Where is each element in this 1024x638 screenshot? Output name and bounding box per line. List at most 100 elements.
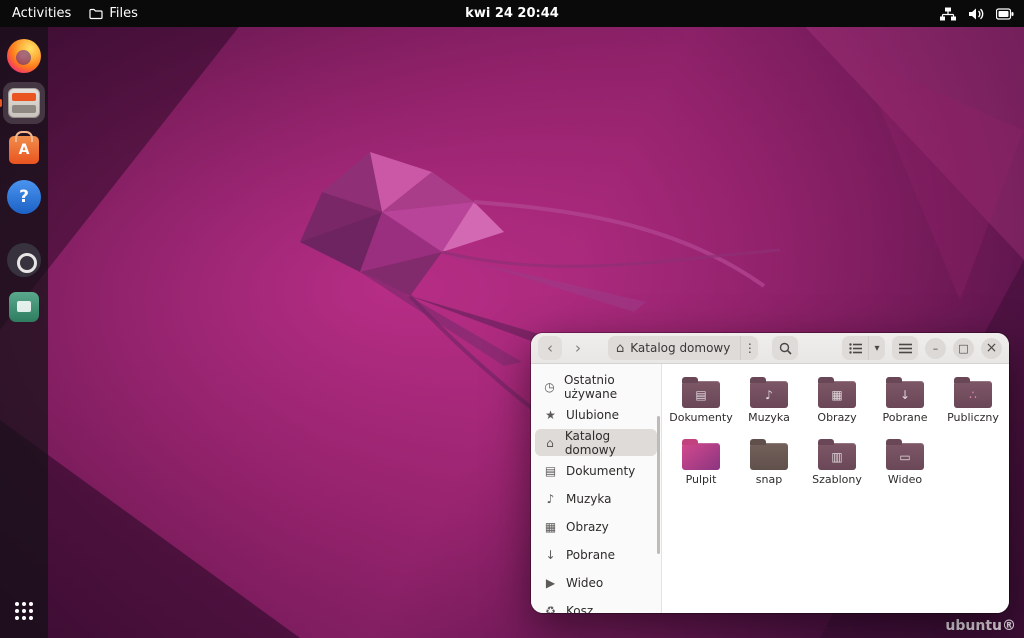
image-emblem-icon: ▦ bbox=[818, 381, 856, 408]
folder-label: Pulpit bbox=[686, 474, 717, 486]
document-icon: ▤ bbox=[543, 464, 558, 478]
software-letter: A bbox=[19, 142, 30, 158]
folder-desktop[interactable]: Pulpit bbox=[667, 438, 735, 498]
folder-icon bbox=[89, 8, 103, 20]
folder-templates[interactable]: ▥ Szablony bbox=[803, 438, 871, 498]
sidebar-item-label: Muzyka bbox=[566, 492, 611, 506]
folder-icon bbox=[682, 443, 720, 470]
folder-icon bbox=[750, 443, 788, 470]
trash-icon: ♻ bbox=[543, 604, 558, 614]
document-emblem-icon: ▤ bbox=[682, 381, 720, 408]
ubuntu-watermark: ubuntu® bbox=[945, 618, 1016, 634]
hamburger-icon bbox=[899, 343, 912, 354]
forward-button[interactable]: › bbox=[566, 336, 590, 360]
sidebar-item-downloads[interactable]: ↓ Pobrane bbox=[535, 541, 657, 568]
folder-icon: ▦ bbox=[818, 381, 856, 408]
view-options-dropdown[interactable]: ▾ bbox=[868, 336, 885, 360]
main-menu-button[interactable] bbox=[892, 336, 918, 360]
folder-pictures[interactable]: ▦ Obrazy bbox=[803, 376, 871, 436]
green-app-icon bbox=[9, 292, 39, 322]
sidebar-item-label: Kosz bbox=[566, 604, 593, 614]
clock[interactable]: kwi 24 20:44 bbox=[465, 6, 559, 21]
network-icon bbox=[940, 7, 956, 21]
folder-documents[interactable]: ▤ Dokumenty bbox=[667, 376, 735, 436]
folder-label: Dokumenty bbox=[669, 412, 732, 424]
dock-item-settings[interactable] bbox=[3, 239, 45, 281]
sidebar-item-label: Ostatnio używane bbox=[564, 373, 657, 401]
battery-icon bbox=[996, 8, 1014, 20]
home-icon: ⌂ bbox=[543, 436, 557, 450]
image-icon: ▦ bbox=[543, 520, 558, 534]
video-icon: ▶ bbox=[543, 576, 558, 590]
sidebar-item-starred[interactable]: ★ Ulubione bbox=[535, 401, 657, 428]
folder-icon: ↓ bbox=[886, 381, 924, 408]
current-location-button[interactable]: ⌂ Katalog domowy bbox=[608, 336, 740, 360]
back-button[interactable]: ‹ bbox=[538, 336, 562, 360]
dock-item-files[interactable] bbox=[3, 82, 45, 124]
download-emblem-icon: ↓ bbox=[886, 381, 924, 408]
folder-snap[interactable]: snap bbox=[735, 438, 803, 498]
sidebar-item-recent[interactable]: ◷ Ostatnio używane bbox=[535, 373, 657, 400]
download-icon: ↓ bbox=[543, 548, 558, 562]
sidebar-item-label: Pobrane bbox=[566, 548, 615, 562]
dock-item-green-app[interactable] bbox=[3, 286, 45, 328]
sidebar-item-label: Katalog domowy bbox=[565, 429, 657, 457]
window-headerbar[interactable]: ‹ › ⌂ Katalog domowy ⋮ bbox=[531, 333, 1009, 364]
star-icon: ★ bbox=[543, 408, 558, 422]
app-grid-icon bbox=[22, 609, 26, 613]
dock-item-firefox[interactable] bbox=[3, 35, 45, 77]
sidebar-item-music[interactable]: ♪ Muzyka bbox=[535, 485, 657, 512]
folder-label: Publiczny bbox=[947, 412, 999, 424]
music-icon: ♪ bbox=[543, 492, 558, 506]
folder-videos[interactable]: ▭ Wideo bbox=[871, 438, 939, 498]
path-bar: ⌂ Katalog domowy ⋮ bbox=[608, 336, 758, 360]
sidebar-item-home[interactable]: ⌂ Katalog domowy bbox=[535, 429, 657, 456]
sidebar-item-pictures[interactable]: ▦ Obrazy bbox=[535, 513, 657, 540]
view-options-split-button: ▾ bbox=[842, 336, 885, 360]
focused-app-label: Files bbox=[109, 6, 138, 21]
folder-public[interactable]: ∴ Publiczny bbox=[939, 376, 1007, 436]
sidebar-item-label: Obrazy bbox=[566, 520, 609, 534]
minimize-button[interactable]: – bbox=[925, 338, 946, 359]
firefox-icon bbox=[7, 39, 41, 73]
folder-music[interactable]: ♪ Muzyka bbox=[735, 376, 803, 436]
sidebar-scrollbar[interactable] bbox=[657, 416, 660, 554]
sidebar-item-videos[interactable]: ▶ Wideo bbox=[535, 569, 657, 596]
folder-label: snap bbox=[756, 474, 782, 486]
desktop: ubuntu® Activities Files kwi 24 20:44 bbox=[0, 0, 1024, 638]
current-location-label: Katalog domowy bbox=[630, 341, 730, 355]
sidebar-item-trash[interactable]: ♻ Kosz bbox=[535, 597, 657, 613]
folder-label: Pobrane bbox=[883, 412, 928, 424]
dock-item-ubuntu-software[interactable]: A bbox=[3, 129, 45, 171]
folder-label: Muzyka bbox=[748, 412, 790, 424]
focused-app-menu[interactable]: Files bbox=[89, 6, 138, 21]
help-icon: ? bbox=[7, 180, 41, 214]
system-tray[interactable] bbox=[940, 7, 1014, 21]
folder-icon: ▥ bbox=[818, 443, 856, 470]
activities-button[interactable]: Activities bbox=[12, 6, 71, 21]
top-bar: Activities Files kwi 24 20:44 bbox=[0, 0, 1024, 27]
templates-emblem-icon: ▥ bbox=[818, 443, 856, 470]
folder-label: Wideo bbox=[888, 474, 922, 486]
close-button[interactable]: × bbox=[981, 338, 1002, 359]
search-button[interactable] bbox=[772, 336, 798, 360]
sidebar-item-documents[interactable]: ▤ Dokumenty bbox=[535, 457, 657, 484]
dock: A ? bbox=[0, 27, 48, 638]
ubuntu-software-icon: A bbox=[9, 136, 39, 164]
files-window: ‹ › ⌂ Katalog domowy ⋮ bbox=[531, 333, 1009, 613]
folder-icon: ∴ bbox=[954, 381, 992, 408]
headerbar-right-controls: ▾ – □ × bbox=[842, 336, 1002, 360]
sidebar-item-label: Dokumenty bbox=[566, 464, 635, 478]
folder-downloads[interactable]: ↓ Pobrane bbox=[871, 376, 939, 436]
share-emblem-icon: ∴ bbox=[954, 381, 992, 408]
folder-label: Obrazy bbox=[817, 412, 856, 424]
clock-icon: ◷ bbox=[543, 380, 556, 394]
file-grid: ▤ Dokumenty ♪ Muzyka ▦ Obrazy bbox=[662, 364, 1009, 613]
question-glyph: ? bbox=[19, 187, 29, 207]
maximize-button[interactable]: □ bbox=[953, 338, 974, 359]
show-apps-button[interactable] bbox=[0, 590, 48, 632]
location-menu-button[interactable]: ⋮ bbox=[740, 336, 758, 360]
folder-label: Szablony bbox=[812, 474, 862, 486]
list-view-button[interactable] bbox=[842, 336, 868, 360]
dock-item-help[interactable]: ? bbox=[3, 176, 45, 218]
